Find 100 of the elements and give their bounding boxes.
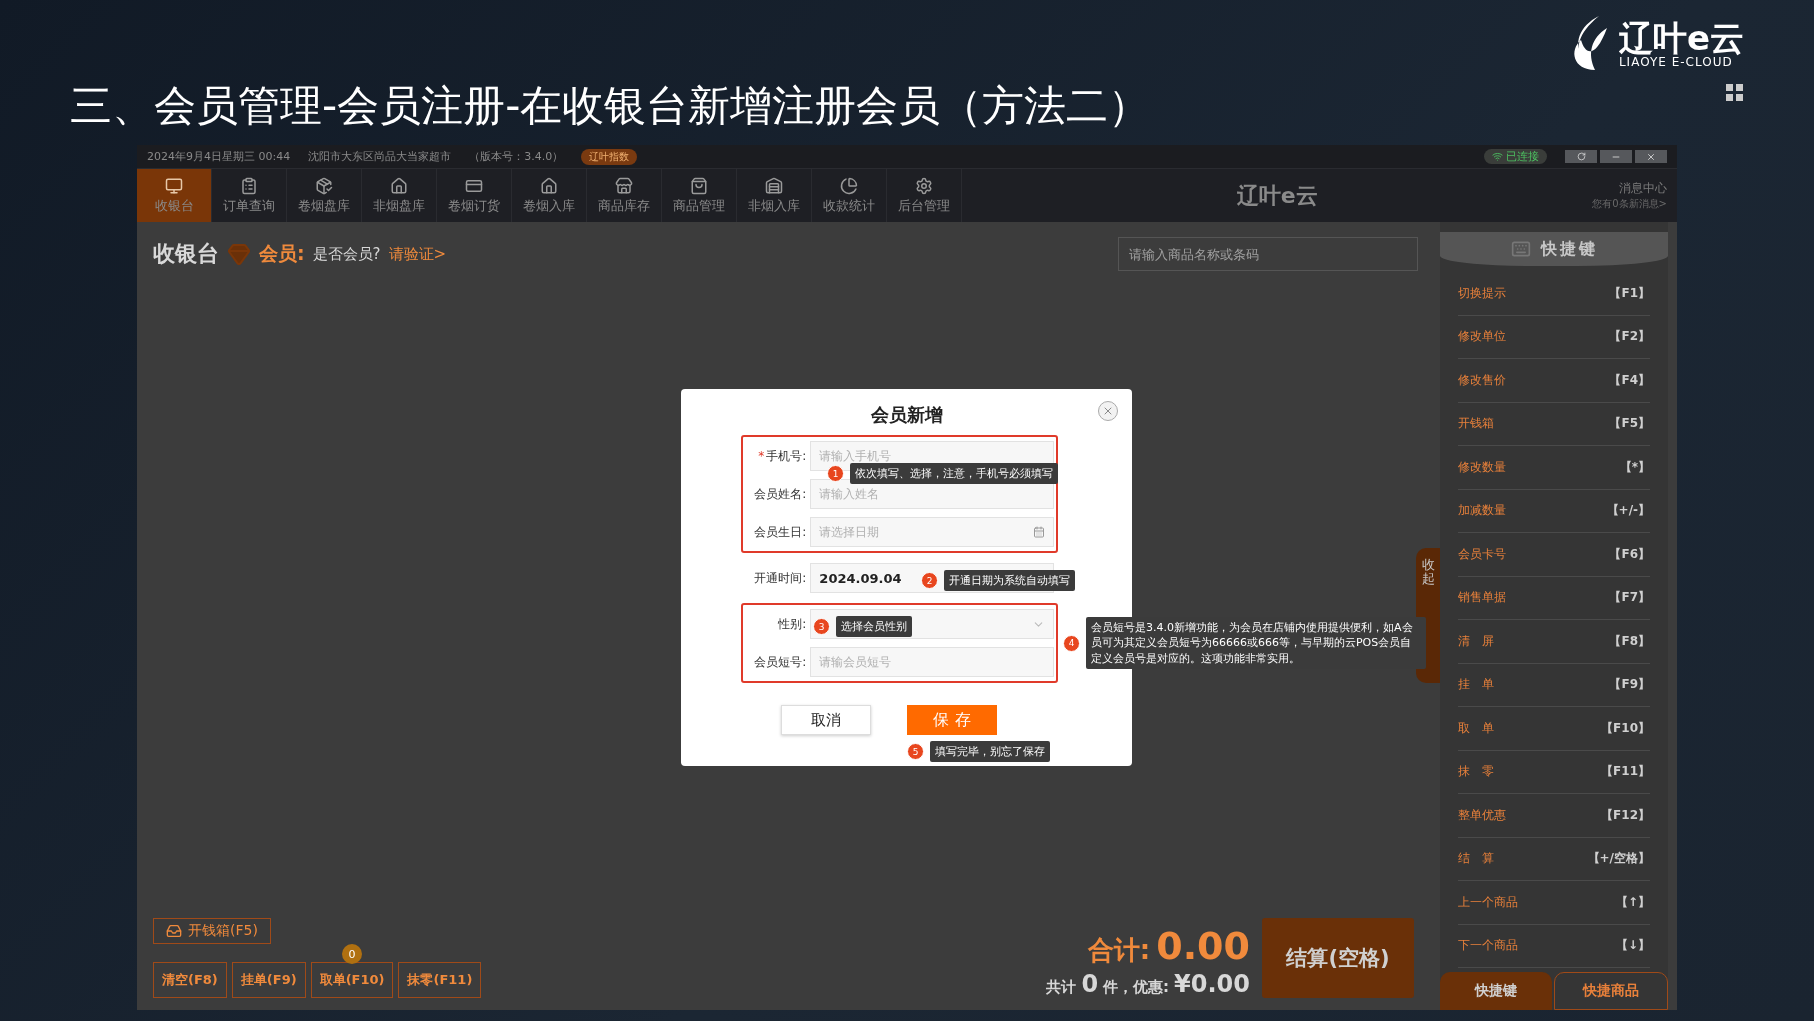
shortcut-label: 修改售价 (1458, 371, 1506, 389)
shortcut-label: 销售单据 (1458, 589, 1506, 607)
date-placeholder: 请选择日期 (819, 523, 880, 541)
shortcut-key: 【*】 (1619, 458, 1650, 476)
count-badge: 0 (342, 944, 363, 964)
callout-tooltip: 选择会员性别 (836, 616, 912, 638)
shortcut-key: 【F11】 (1601, 763, 1650, 781)
toolbar-tab[interactable]: 订单查询 (212, 169, 287, 222)
search-field[interactable]: 请输入商品名称或条码 (1118, 237, 1418, 271)
field-label: * 手机号: (757, 447, 808, 465)
shortcut-key: 【F1】 (1609, 284, 1650, 302)
shortcut-label: 清 屏 (1458, 632, 1494, 650)
store-name: 沈阳市大东区尚品大当家超市 (308, 149, 452, 164)
refresh-icon (1576, 152, 1586, 161)
field-label: 会员姓名: (753, 485, 808, 503)
panel-tab[interactable]: 快捷商品 (1554, 972, 1668, 1010)
toolbar-tab[interactable]: 后台管理 (887, 169, 962, 222)
shortcut-label: 修改数量 (1458, 458, 1506, 476)
shortcut-label: 上一个商品 (1458, 893, 1518, 911)
logo-tagline: LIAOYE E-CLOUD (1618, 55, 1733, 69)
panel-tab[interactable]: 快捷键 (1440, 972, 1552, 1010)
close-icon (1102, 405, 1114, 417)
action-button[interactable]: 抹零(F11) (398, 962, 482, 998)
toolbar-tab[interactable]: 卷烟盘库 (287, 169, 362, 222)
action-button[interactable]: 挂单(F9) (231, 962, 306, 998)
warehouse-icon (765, 176, 783, 195)
slide-title: 三、会员管理-会员注册-在收银台新增注册会员（方法二） (70, 80, 1151, 132)
field-label: 开通时间: (753, 569, 808, 587)
page-title: 收银台 (153, 240, 219, 268)
save-button[interactable]: 保 存 (907, 705, 997, 735)
shortcut-title: 快捷键 (1540, 238, 1598, 260)
shortcut-label: 整单优惠 (1458, 806, 1506, 824)
close-button[interactable] (1635, 150, 1667, 163)
field-value: 2024.09.04 (819, 570, 902, 586)
close-button[interactable] (1098, 401, 1118, 421)
minimize-button[interactable] (1600, 150, 1632, 163)
gem-icon (227, 242, 251, 266)
wifi-icon (1492, 151, 1503, 162)
step-number: 4 (1063, 634, 1080, 652)
shortcut-label: 挂 单 (1458, 676, 1494, 694)
connection-status: 已连接 (1484, 149, 1547, 164)
toolbar-tab[interactable]: 卷烟入库 (512, 169, 587, 222)
new-messages-link[interactable]: 您有0条新消息> (1592, 197, 1667, 211)
field-label: 性别: (777, 615, 808, 633)
pie-chart-icon (840, 176, 858, 195)
checkout-button[interactable]: 结算(空格) (1262, 918, 1414, 998)
callout-tooltip: 填写完毕，别忘了保存 (930, 741, 1050, 763)
dialog-title: 会员新增 (870, 403, 943, 427)
toolbar-tab[interactable]: 非烟盘库 (362, 169, 437, 222)
shortcut-label: 抹 零 (1458, 763, 1494, 781)
callout-tooltip: 会员短号是3.4.0新增功能，为会员在店铺内使用提供便利，如A会员可为其定义会员短号为66666或666等，与早期的云POS会员自定义会员号是对应的。这项功能非常实用。 (1086, 617, 1426, 670)
close-icon (1646, 151, 1656, 162)
toolbar-tab[interactable]: 非烟入库 (737, 169, 812, 222)
keyboard-icon (1510, 239, 1531, 259)
shortcut-key: 【F8】 (1609, 632, 1650, 650)
shortcut-label: 结 算 (1458, 850, 1494, 868)
placeholder-text: 请输会员短号 (819, 653, 892, 671)
shortcut-key: 【F6】 (1609, 545, 1650, 563)
store-icon (615, 176, 633, 195)
clipboard-icon (240, 176, 258, 195)
shortcut-key: 【F4】 (1609, 371, 1650, 389)
toolbar-tab[interactable]: 商品管理 (662, 169, 737, 222)
index-badge[interactable]: 辽叶指数 (581, 148, 638, 165)
toolbar-tab[interactable]: 卷烟订货 (437, 169, 512, 222)
shortcut-label: 加减数量 (1458, 502, 1506, 520)
shortcut-key: 【F2】 (1609, 328, 1650, 346)
shortcut-key: 【F7】 (1609, 589, 1650, 607)
house-icon (390, 176, 408, 195)
member-label: 会员: (259, 241, 305, 266)
discount-amount: ¥0.00 (1174, 970, 1250, 998)
toolbar-tab[interactable]: 商品库存 (587, 169, 662, 222)
calendar-icon (1033, 526, 1045, 538)
toolbar-tab[interactable]: 收银台 (137, 169, 212, 222)
item-count: 0 (1081, 970, 1099, 998)
gear-icon (915, 176, 933, 195)
cash-drawer-button[interactable]: 开钱箱(F5) (153, 918, 271, 944)
drawer-icon (166, 923, 182, 939)
refresh-button[interactable] (1565, 150, 1597, 163)
shortcut-label: 会员卡号 (1458, 545, 1506, 563)
action-button[interactable]: 清空(F8) (153, 962, 227, 998)
count-suffix: 件，优惠: (1103, 978, 1170, 997)
date-time: 2024年9月4日星期三 00:44 (147, 149, 291, 164)
step-number: 5 (907, 743, 924, 761)
box-icon (315, 176, 333, 195)
shortcut-key: 【↓】 (1615, 937, 1650, 955)
field-label: 会员短号: (753, 653, 808, 671)
shortcut-key: 【F9】 (1609, 676, 1650, 694)
action-button[interactable]: 取单(F10) (310, 962, 394, 998)
verify-link[interactable]: 请验证> (388, 244, 447, 264)
field-label: 会员生日: (753, 523, 808, 541)
toolbar-tab[interactable]: 收款统计 (812, 169, 887, 222)
version-text: （版本号：3.4.0） (469, 149, 564, 164)
house-icon (540, 176, 558, 195)
total-label: 合计: (1087, 934, 1151, 967)
shortcut-label: 取 单 (1458, 719, 1494, 737)
message-center[interactable]: 消息中心 (1619, 180, 1667, 197)
placeholder-text: 请输入姓名 (819, 485, 880, 503)
cancel-button[interactable]: 取消 (781, 705, 871, 735)
shortcut-key: 【F12】 (1601, 806, 1650, 824)
bag-icon (690, 176, 708, 195)
